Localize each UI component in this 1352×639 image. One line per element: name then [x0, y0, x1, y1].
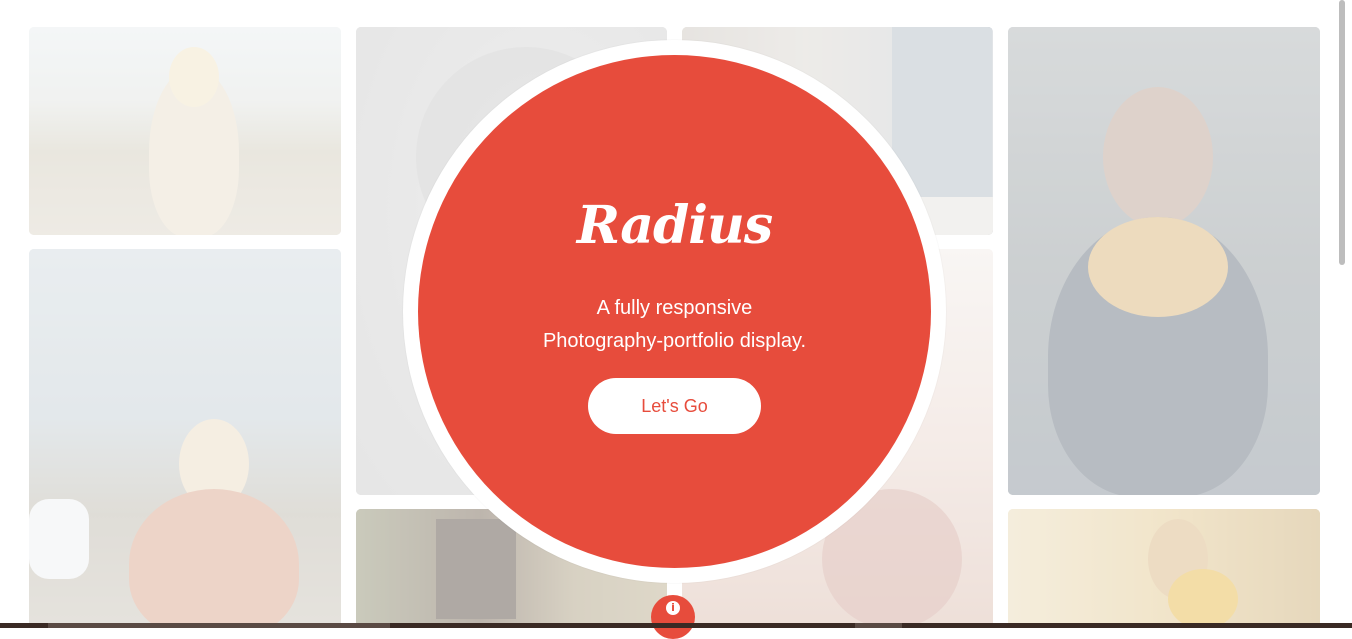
photo-graffiti [436, 519, 516, 619]
tagline-line-1: A fully responsive [596, 297, 753, 319]
tagline-line-2: Photography-portfolio display. [542, 330, 807, 352]
photo-subject-head [169, 47, 219, 107]
info-icon[interactable]: i [666, 601, 680, 615]
bottom-bar [0, 623, 1352, 628]
photo-sunflower [1168, 569, 1238, 628]
photo-subject [129, 489, 299, 628]
brand-title: Radius [576, 195, 773, 256]
hero-tagline: A fully responsive Photography-portfolio… [418, 292, 931, 358]
gallery-tile-1[interactable] [29, 27, 341, 235]
lets-go-button[interactable]: Let's Go [588, 378, 761, 434]
photo-subject [1048, 217, 1268, 495]
gallery-tile-8[interactable] [1008, 509, 1320, 628]
gallery-tile-4[interactable] [1008, 27, 1320, 495]
gallery-tile-5[interactable] [29, 249, 341, 628]
photo-subject [149, 67, 239, 235]
photo-car [29, 499, 89, 579]
hero-circle: Radius A fully responsive Photography-po… [418, 55, 931, 568]
scrollbar[interactable] [1336, 0, 1352, 628]
photo-flowers [1088, 217, 1228, 317]
scrollbar-thumb[interactable] [1339, 0, 1345, 265]
bottom-bar-segment [855, 623, 902, 628]
bottom-bar-segment [48, 623, 390, 628]
photo-subject-head [179, 419, 249, 509]
photo-subject-head [1103, 87, 1213, 227]
photo-subject-head [1148, 519, 1208, 599]
